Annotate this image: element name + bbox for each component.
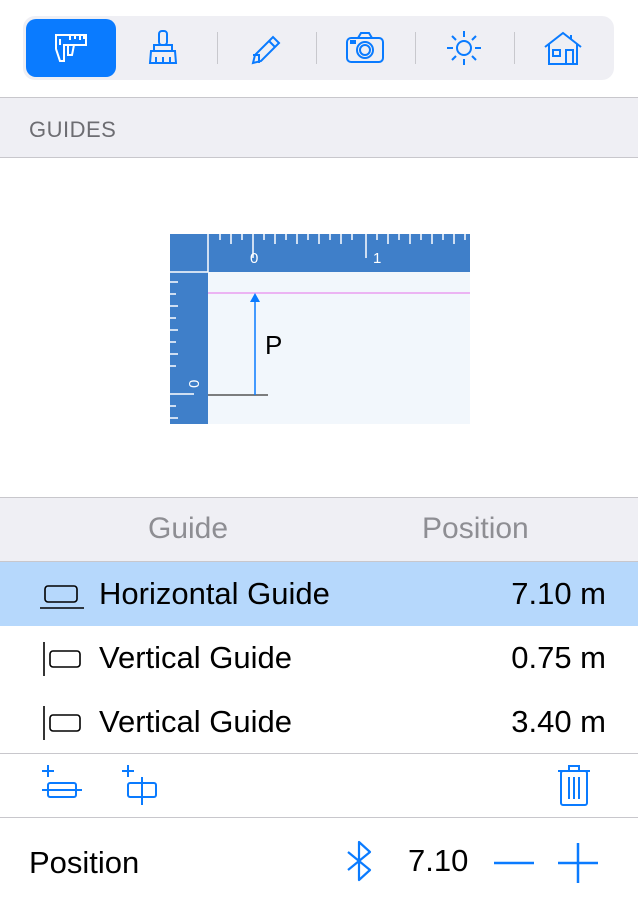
top-ruler-label-1: 1 — [373, 250, 381, 267]
toolbar-divider — [217, 32, 218, 64]
guide-position: 3.40 m — [511, 704, 606, 739]
sun-icon — [447, 31, 481, 65]
brush-icon — [148, 30, 178, 64]
camera-icon — [346, 32, 384, 63]
left-ruler — [170, 234, 208, 424]
guide-row-horizontal[interactable]: Horizontal Guide 7.10 m — [0, 562, 638, 626]
house-tool-button[interactable] — [518, 19, 608, 77]
caliper-icon — [55, 34, 87, 62]
guide-row-vertical[interactable]: Vertical Guide 3.40 m — [0, 690, 638, 754]
toolbar-divider — [415, 32, 416, 64]
increment-button[interactable] — [556, 840, 602, 886]
delete-guide-button[interactable] — [552, 763, 596, 807]
camera-tool-button[interactable] — [320, 19, 410, 77]
add-horizontal-guide-button[interactable] — [40, 763, 84, 807]
section-title: GUIDES — [29, 117, 117, 142]
guide-row-vertical[interactable]: Vertical Guide 0.75 m — [0, 626, 638, 690]
light-tool-button[interactable] — [419, 19, 509, 77]
guide-position: 7.10 m — [511, 576, 606, 611]
toolbar-divider — [316, 32, 317, 64]
table-header: Guide Position — [0, 497, 638, 562]
position-value[interactable]: 7.10 — [408, 843, 468, 879]
vertical-guide-icon — [43, 706, 81, 740]
diagram-canvas — [208, 272, 470, 424]
bluetooth-icon[interactable] — [344, 838, 376, 884]
position-label: Position — [29, 845, 140, 880]
top-ruler-label-0: 0 — [250, 250, 258, 267]
top-ruler — [170, 234, 470, 272]
pencil-icon — [251, 35, 281, 65]
guide-name: Horizontal Guide — [99, 576, 330, 611]
add-vertical-guide-button[interactable] — [120, 763, 164, 807]
tool-segmented-control — [23, 16, 614, 80]
guide-diagram: 0 1 0 P — [170, 234, 470, 424]
pencil-tool-button[interactable] — [221, 19, 311, 77]
guide-name: Vertical Guide — [99, 704, 292, 739]
action-bar-divider — [0, 817, 638, 818]
list-divider — [0, 753, 638, 754]
measure-tool-button[interactable] — [26, 19, 116, 77]
decrement-button[interactable] — [490, 840, 536, 886]
guide-name: Vertical Guide — [99, 640, 292, 675]
column-header-position: Position — [422, 512, 529, 545]
guide-position: 0.75 m — [511, 640, 606, 675]
toolbar-divider — [514, 32, 515, 64]
brush-tool-button[interactable] — [118, 19, 208, 77]
left-ruler-label-0: 0 — [186, 380, 203, 388]
arrow-label: P — [265, 330, 282, 360]
horizontal-guide-icon — [40, 585, 84, 609]
section-header: GUIDES — [0, 98, 638, 158]
column-header-guide: Guide — [148, 512, 229, 545]
vertical-guide-icon — [43, 642, 81, 676]
house-icon — [544, 31, 582, 65]
